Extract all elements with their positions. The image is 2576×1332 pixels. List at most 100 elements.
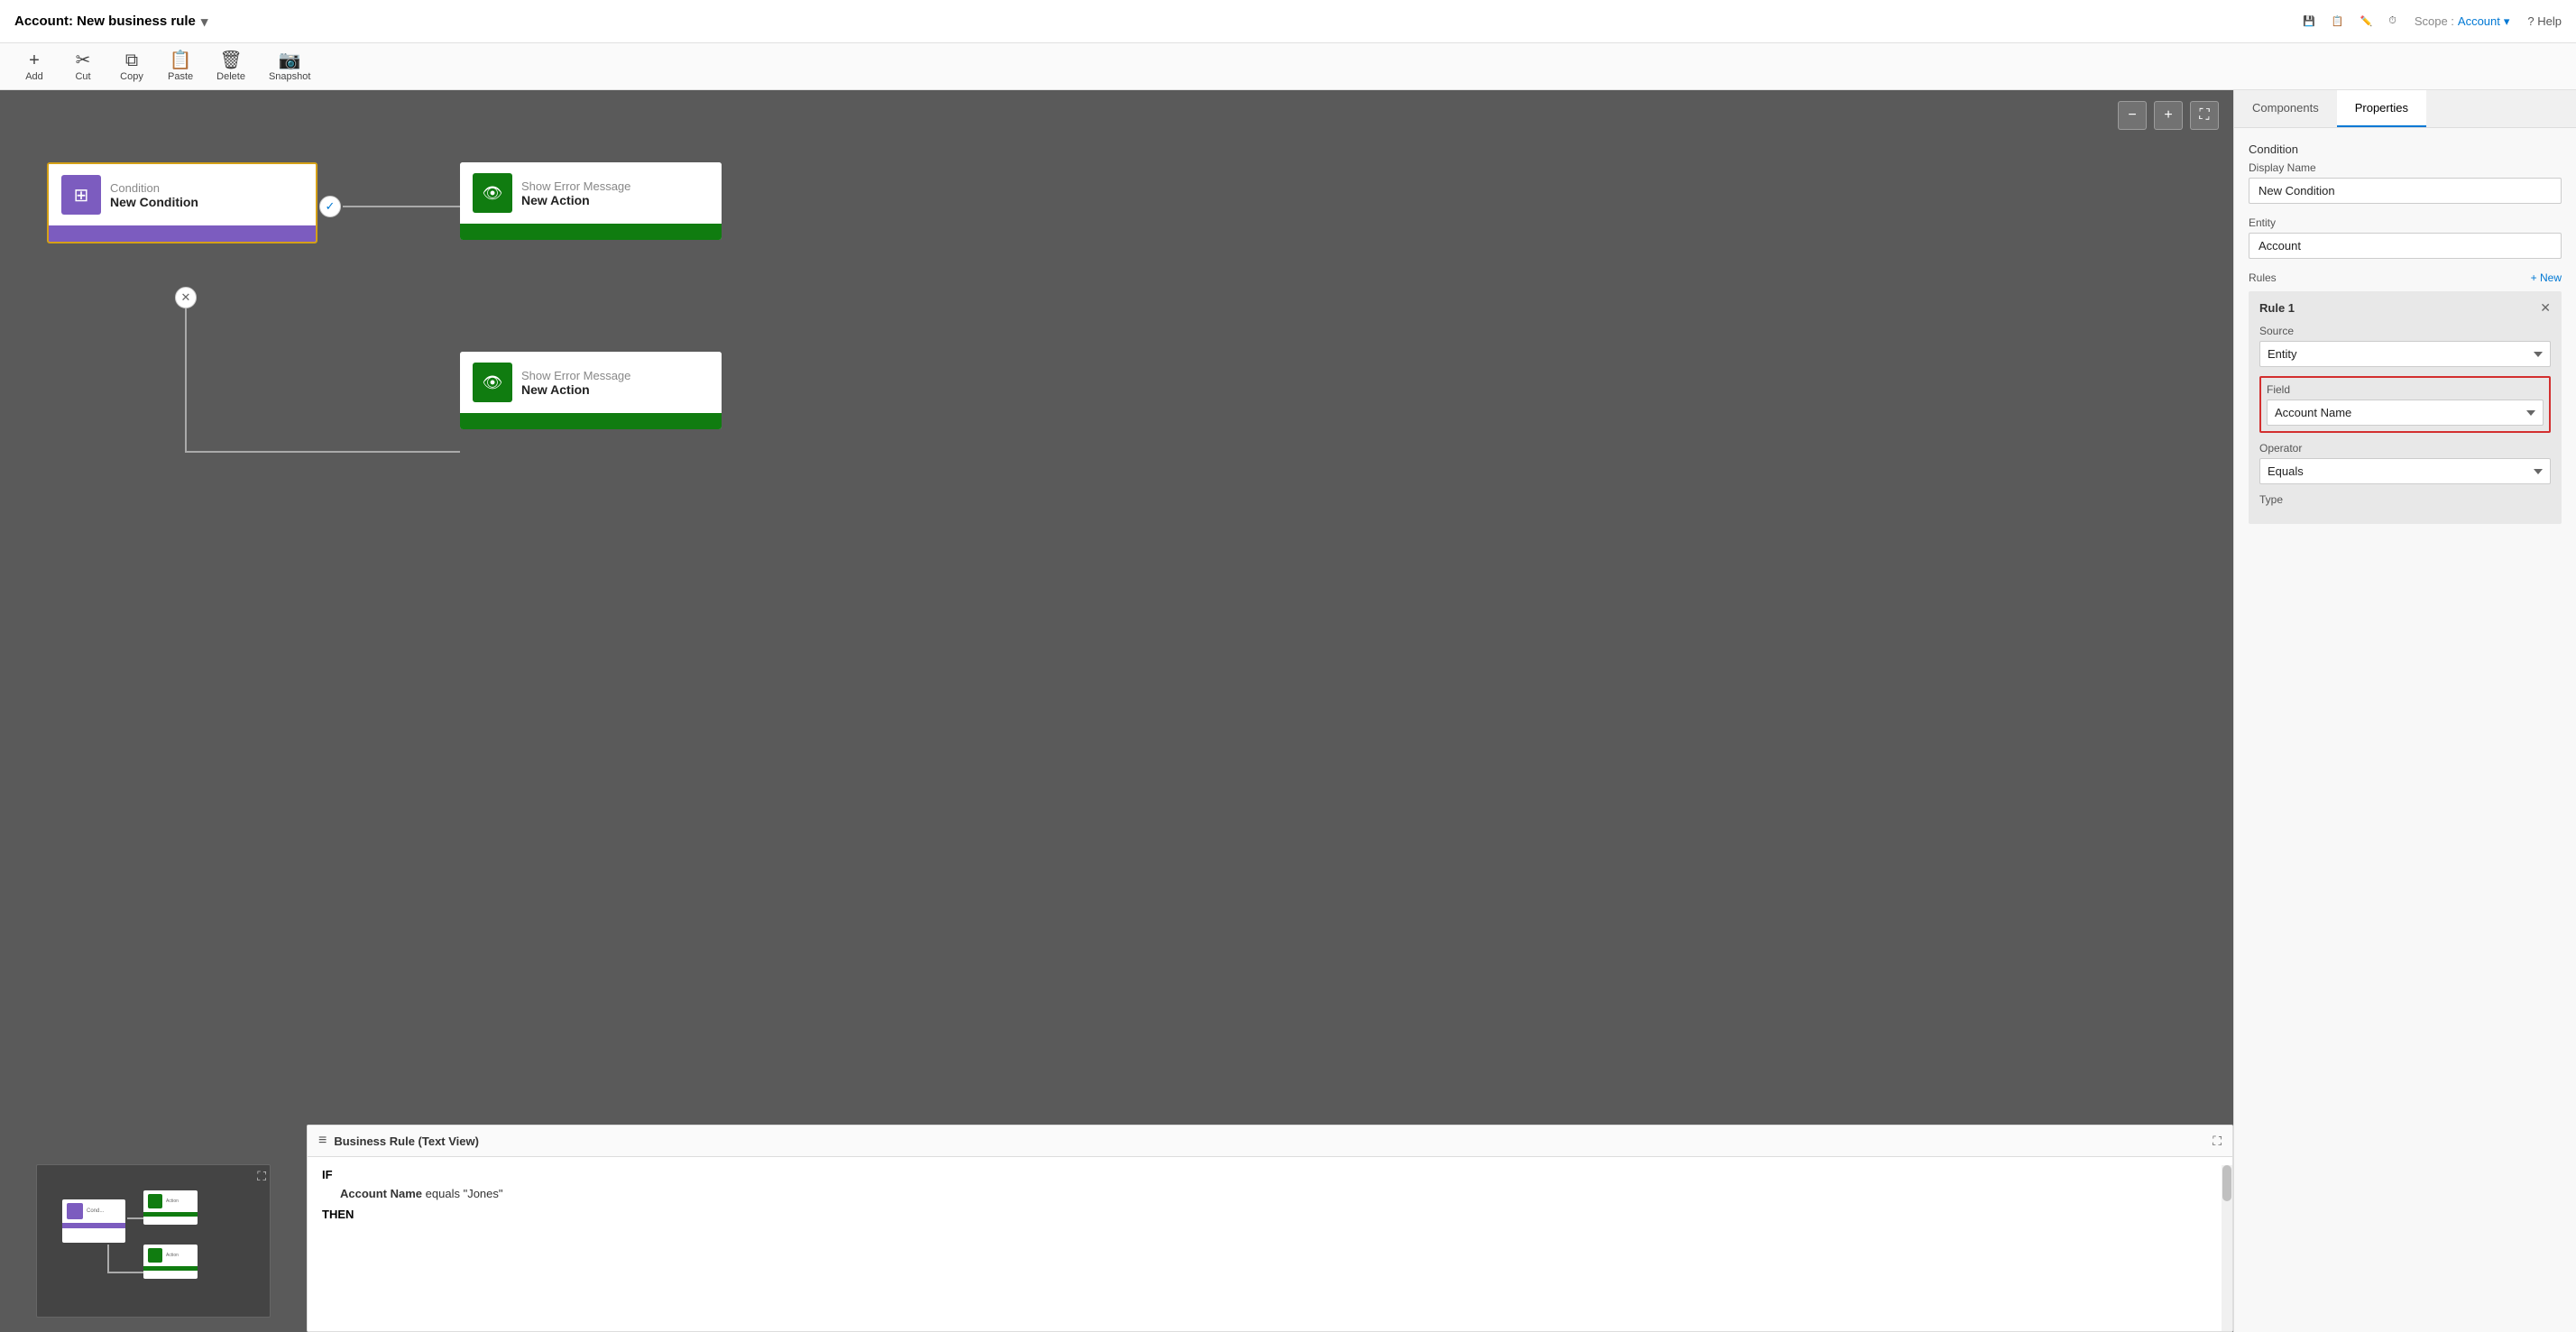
tab-properties[interactable]: Properties bbox=[2337, 90, 2426, 127]
condition-node[interactable]: ⊞ Condition New Condition bbox=[47, 162, 317, 243]
operator-label: Operator bbox=[2259, 442, 2551, 455]
zoom-in-button[interactable]: + bbox=[2154, 101, 2183, 130]
action-node-2-name: New Action bbox=[521, 382, 630, 397]
biz-rule-scrollbar[interactable] bbox=[2222, 1165, 2232, 1331]
canvas-area[interactable]: − + ⛶ ⊞ Condition New Condition bbox=[0, 90, 2233, 1332]
check-icon: ✓ bbox=[326, 199, 336, 214]
action-node-2-icon: 👁 bbox=[483, 373, 503, 392]
biz-rule-body: IF Account Name equals "Jones" THEN bbox=[308, 1157, 2232, 1323]
display-name-input[interactable] bbox=[2249, 178, 2562, 204]
edit-icon-btn[interactable]: ✏️ bbox=[2360, 15, 2373, 27]
copy-icon: ⧉ bbox=[125, 51, 138, 69]
condition-node-footer bbox=[49, 225, 316, 242]
mini-action-2-header: Action bbox=[143, 1245, 198, 1266]
tab-properties-label: Properties bbox=[2355, 101, 2408, 115]
mini-map[interactable]: ⛶ Cond... Action A bbox=[36, 1164, 271, 1318]
add-icon: + bbox=[29, 51, 40, 69]
action-node-2[interactable]: 👁 Show Error Message New Action bbox=[460, 352, 722, 429]
cut-icon: ✂ bbox=[76, 51, 91, 69]
field-group-highlighted: Field Account Name bbox=[2259, 376, 2551, 433]
action-node-1[interactable]: 👁 Show Error Message New Action bbox=[460, 162, 722, 240]
help-link[interactable]: ? Help bbox=[2527, 14, 2562, 28]
mini-map-expand-icon[interactable]: ⛶ bbox=[257, 1169, 266, 1184]
biz-rule-expand-btn[interactable]: ⛶ bbox=[2213, 1134, 2222, 1149]
zoom-out-button[interactable]: − bbox=[2118, 101, 2147, 130]
biz-rule-scroll-thumb bbox=[2222, 1165, 2231, 1201]
mini-action-1-header: Action bbox=[143, 1190, 198, 1212]
source-select[interactable]: Entity bbox=[2259, 341, 2551, 367]
top-icons: 💾 📋 ✏️ ⏱ bbox=[2303, 15, 2397, 27]
scope-chevron[interactable]: ▾ bbox=[2504, 14, 2510, 29]
main-layout: − + ⛶ ⊞ Condition New Condition bbox=[0, 90, 2576, 1332]
rule-box: Rule 1 ✕ Source Entity Field Acco bbox=[2249, 291, 2562, 524]
zoom-out-icon: − bbox=[2128, 107, 2136, 124]
action-node-1-header: 👁 Show Error Message New Action bbox=[460, 162, 722, 224]
action-node-2-footer bbox=[460, 413, 722, 429]
mini-action-1-footer bbox=[143, 1212, 198, 1217]
action-node-1-footer bbox=[460, 224, 722, 240]
title-chevron[interactable]: ▾ bbox=[201, 14, 208, 30]
biz-rule-title: ≡ Business Rule (Text View) bbox=[318, 1133, 479, 1149]
section-label: Condition bbox=[2249, 142, 2562, 156]
snapshot-label: Snapshot bbox=[269, 71, 310, 82]
cut-label: Cut bbox=[75, 71, 90, 82]
snapshot-icon: 📷 bbox=[279, 51, 301, 69]
app-title: Account: New business rule bbox=[14, 14, 196, 29]
then-keyword: THEN bbox=[322, 1208, 354, 1221]
biz-rule-then-line: THEN bbox=[322, 1208, 2218, 1221]
condition-node-icon: ⊞ bbox=[74, 184, 89, 207]
section-label-text: Condition bbox=[2249, 142, 2298, 156]
delete-icon: 🗑 bbox=[219, 51, 242, 69]
delete-button[interactable]: 🗑 Delete bbox=[206, 48, 256, 86]
add-button[interactable]: + Add bbox=[11, 48, 58, 86]
operator-select[interactable]: Equals bbox=[2259, 458, 2551, 484]
title-bar-left: Account: New business rule ▾ bbox=[14, 14, 207, 30]
field-label: Field bbox=[2267, 383, 2544, 396]
if-keyword: IF bbox=[322, 1168, 333, 1181]
expand-canvas-icon: ⛶ bbox=[2199, 107, 2209, 124]
history-icon-btn[interactable]: ⏱ bbox=[2388, 15, 2397, 27]
rule-header: Rule 1 ✕ bbox=[2259, 300, 2551, 316]
field-select[interactable]: Account Name bbox=[2267, 400, 2544, 426]
mini-conn-h2 bbox=[107, 1272, 143, 1273]
save-icon-btn[interactable]: 💾 bbox=[2303, 15, 2315, 27]
cut-button[interactable]: ✂ Cut bbox=[60, 48, 106, 86]
type-group: Type bbox=[2259, 493, 2551, 506]
mini-conn-v bbox=[107, 1245, 109, 1272]
new-rule-button[interactable]: + New bbox=[2531, 271, 2562, 284]
tab-components[interactable]: Components bbox=[2234, 90, 2337, 127]
connector-h-1 bbox=[343, 206, 460, 207]
mini-condition-footer bbox=[62, 1223, 125, 1228]
scope-label: Scope : bbox=[2415, 14, 2454, 28]
mini-action-2: Action bbox=[143, 1245, 198, 1279]
action-node-1-name: New Action bbox=[521, 193, 630, 207]
action-node-2-text: Show Error Message New Action bbox=[521, 369, 630, 397]
operator-group: Operator Equals bbox=[2259, 442, 2551, 484]
action-node-2-header: 👁 Show Error Message New Action bbox=[460, 352, 722, 413]
entity-input[interactable] bbox=[2249, 233, 2562, 259]
copy-button[interactable]: ⧉ Copy bbox=[108, 48, 155, 86]
rules-header: Rules + New bbox=[2249, 271, 2562, 284]
expand-canvas-button[interactable]: ⛶ bbox=[2190, 101, 2219, 130]
check-connector: ✓ bbox=[319, 196, 341, 217]
mini-cond-icon bbox=[67, 1203, 83, 1219]
action-node-1-icon: 👁 bbox=[483, 184, 503, 203]
x-connector: ✕ bbox=[175, 287, 197, 308]
action-node-2-icon-box: 👁 bbox=[473, 363, 512, 402]
display-name-label: Display Name bbox=[2249, 161, 2562, 174]
source-group: Source Entity bbox=[2259, 325, 2551, 367]
snapshot-button[interactable]: 📷 Snapshot bbox=[258, 48, 321, 86]
condition-field: Account Name bbox=[340, 1187, 422, 1200]
paste-button[interactable]: 📋 Paste bbox=[157, 48, 204, 86]
scope-area: Scope : Account ▾ bbox=[2415, 14, 2510, 29]
mini-act-2-icon bbox=[148, 1248, 162, 1263]
scope-value: Account bbox=[2458, 14, 2500, 28]
mini-action-1: Action bbox=[143, 1190, 198, 1225]
entity-group: Entity bbox=[2249, 216, 2562, 259]
display-name-group: Display Name bbox=[2249, 161, 2562, 204]
rule-close-button[interactable]: ✕ bbox=[2540, 300, 2551, 316]
right-panel: Components Properties Condition Display … bbox=[2233, 90, 2576, 1332]
biz-rule-condition-line: Account Name equals "Jones" bbox=[322, 1187, 2218, 1200]
condition-node-name: New Condition bbox=[110, 195, 198, 209]
publish-icon-btn[interactable]: 📋 bbox=[2332, 15, 2344, 27]
